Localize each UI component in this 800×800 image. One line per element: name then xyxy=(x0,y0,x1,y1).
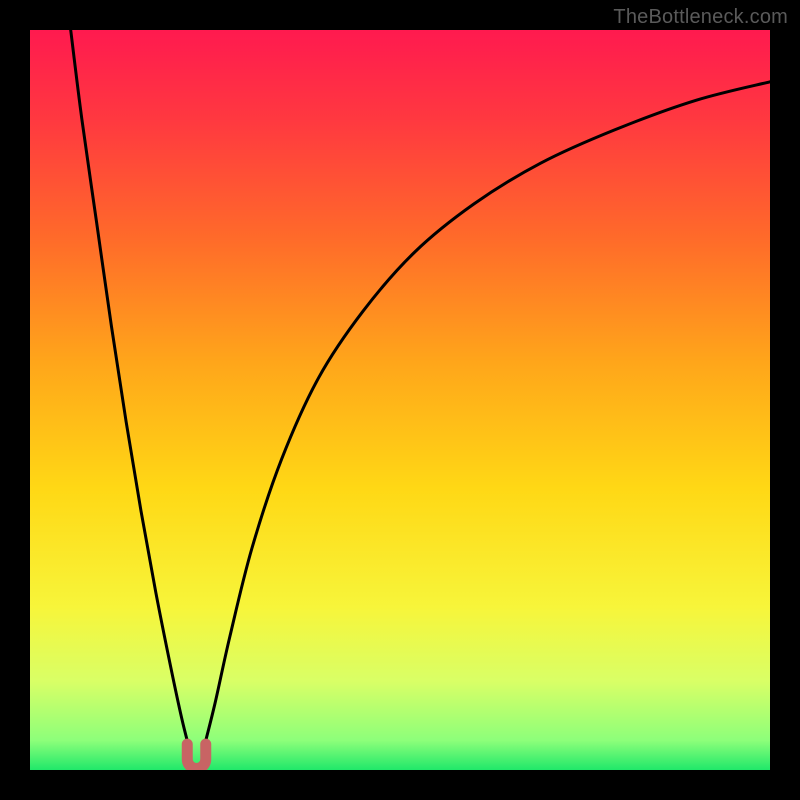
watermark-text: TheBottleneck.com xyxy=(613,6,788,29)
chart-svg xyxy=(30,30,770,770)
outer-frame: TheBottleneck.com xyxy=(0,0,800,800)
gradient-background xyxy=(30,30,770,770)
plot-area xyxy=(30,30,770,770)
